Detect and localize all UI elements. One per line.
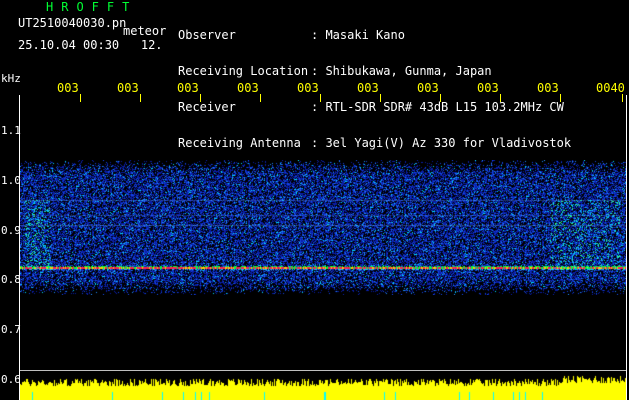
date-time: 25.10.04 00:30 (18, 38, 120, 52)
time-tick (500, 94, 501, 102)
y-tick-label: 1.0 (1, 174, 21, 187)
time-tick (80, 94, 81, 102)
separator: : (311, 28, 326, 42)
separator: : (311, 64, 326, 78)
y-tick-label: 0.7 (1, 323, 21, 336)
timestamp-row: 25.10.04 00:30 12. (18, 39, 163, 51)
antenna-label: Receiving Antenna (178, 136, 301, 150)
plot-right-border (626, 95, 627, 400)
time-label: 003 (537, 82, 559, 94)
location-label: Receiving Location (178, 64, 309, 78)
receiver-row: Receiver: RTL-SDR SDR# 43dB L15 103.2MHz… (178, 101, 571, 113)
y-axis-unit: kHz (1, 72, 21, 85)
time-tick (440, 94, 441, 102)
time-label: 0040 (596, 82, 625, 94)
file-name: UT2510040030.pn (18, 16, 127, 30)
y-tick-label: 1.1 (1, 124, 21, 137)
event-count: 12. (140, 38, 163, 52)
time-tick (260, 94, 261, 102)
observer-value: Masaki Kano (325, 28, 405, 42)
time-tick (200, 94, 201, 102)
receiver-label: Receiver (178, 100, 236, 114)
separator: : (311, 136, 326, 150)
brand-title: HROFFT (46, 0, 138, 14)
power-plot (20, 372, 626, 400)
time-tick (560, 94, 561, 102)
y-tick-label: 0.6 (1, 373, 21, 386)
time-tick (380, 94, 381, 102)
antenna-row: Receiving Antenna: 3el Yagi(V) Az 330 fo… (178, 137, 571, 149)
receiver-value: RTL-SDR SDR# 43dB L15 103.2MHz CW (325, 100, 564, 114)
time-label: 003 (177, 82, 199, 94)
separator: : (311, 100, 326, 114)
time-label: 003 (477, 82, 499, 94)
spectrogram (20, 160, 626, 295)
time-tick (320, 94, 321, 102)
time-label: 003 (297, 82, 319, 94)
y-tick-label: 0.9 (1, 224, 21, 237)
observer-label: Observer (178, 28, 236, 42)
event-label: meteor (123, 24, 167, 38)
time-label: 003 (57, 82, 79, 94)
observer-row: Observer: Masaki Kano (178, 29, 571, 41)
time-tick (140, 94, 141, 102)
power-baseline (20, 370, 626, 371)
antenna-value: 3el Yagi(V) Az 330 for Vladivostok (325, 136, 572, 150)
time-tick (622, 94, 623, 102)
time-label: 003 (117, 82, 139, 94)
time-label: 003 (237, 82, 259, 94)
location-value: Shibukawa, Gunma, Japan (325, 64, 492, 78)
y-tick-label: 0.8 (1, 273, 21, 286)
time-label: 003 (357, 82, 379, 94)
time-label: 003 (417, 82, 439, 94)
location-row: Receiving Location: Shibukawa, Gunma, Ja… (178, 65, 571, 77)
